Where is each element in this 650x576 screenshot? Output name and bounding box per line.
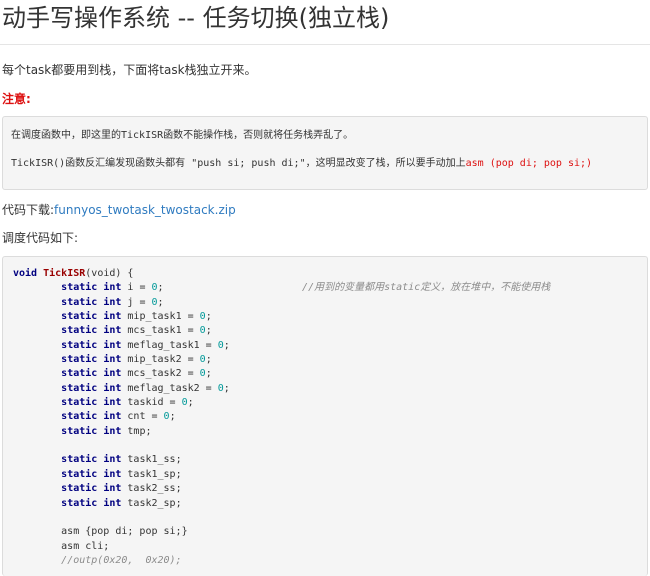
- note-line-2: TickISR()函数反汇编发现函数头都有 "push si; push di;…: [11, 154, 592, 169]
- code-line-decl: static int task1_sp;: [61, 468, 182, 480]
- code-keyword: int: [103, 382, 122, 394]
- code-keyword: static: [61, 354, 98, 366]
- code-keyword: static: [61, 397, 98, 409]
- code-number: 0: [199, 368, 206, 380]
- code-number: 0: [217, 382, 224, 394]
- code-keyword: static: [61, 382, 98, 394]
- code-keyword: static: [61, 411, 98, 423]
- code-keyword: int: [103, 497, 122, 509]
- code-line-decl: static int mip_task1 = 0;: [61, 311, 212, 323]
- code-number: 0: [217, 339, 224, 351]
- code-comment: //用到的变量都用static定义，放在堆中，不能使用栈: [302, 282, 551, 294]
- code-line-decl: static int task2_ss;: [61, 483, 182, 495]
- page-title: 动手写操作系统 -- 任务切换(独立栈): [2, 4, 390, 32]
- code-number: 0: [199, 354, 206, 366]
- code-keyword: int: [103, 454, 122, 466]
- code-keyword: static: [61, 325, 98, 337]
- title-divider: [0, 44, 650, 45]
- code-keyword: int: [103, 368, 122, 380]
- code-line-comment: //outp(0x20, 0x20);: [13, 554, 182, 566]
- code-number: 0: [151, 296, 158, 308]
- note-line-2-code: asm (pop di; pop si;): [465, 158, 593, 169]
- code-keyword: static: [61, 296, 98, 308]
- code-line-asm: asm cli;: [13, 540, 110, 552]
- code-keyword: int: [103, 425, 122, 437]
- code-comment: //outp(0x20, 0x20);: [61, 554, 182, 566]
- code-keyword: static: [61, 483, 98, 495]
- code-line-decl: static int cnt = 0;: [61, 411, 176, 423]
- code-keyword: static: [61, 468, 98, 480]
- code-keyword: int: [103, 468, 122, 480]
- code-keyword: int: [103, 411, 122, 423]
- code-keyword: int: [103, 483, 122, 495]
- code-number: 0: [199, 325, 206, 337]
- intro-text: 每个task都要用到栈，下面将task栈独立开来。: [2, 63, 257, 77]
- code-keyword: static: [61, 454, 98, 466]
- code-keyword: static: [61, 282, 98, 294]
- code-line-signature: void TickISR(void) {: [13, 268, 134, 279]
- code-line-decl: static int mcs_task1 = 0;: [61, 325, 212, 337]
- code-keyword: int: [103, 282, 122, 294]
- note-label-text: 注意:: [2, 92, 31, 106]
- code-line-decl: static int i = 0; //用到的变量都用static定义，放在堆中…: [61, 282, 551, 294]
- code-keyword: int: [103, 325, 122, 337]
- code-line-decl: static int meflag_task1 = 0;: [61, 339, 230, 351]
- code-line-decl: static int tmp;: [61, 425, 152, 437]
- code-keyword: static: [61, 497, 98, 509]
- code-function-name: TickISR: [43, 268, 86, 279]
- code-keyword: static: [61, 311, 98, 323]
- code-number: 0: [199, 311, 206, 323]
- code-block: void TickISR(void) { static int i = 0; /…: [2, 256, 648, 576]
- code-line-decl: static int j = 0;: [61, 296, 164, 308]
- code-keyword: static: [61, 339, 98, 351]
- code-line-decl: static int mcs_task2 = 0;: [61, 368, 212, 380]
- code-number: 0: [151, 282, 158, 294]
- code-line-decl: static int task1_ss;: [61, 454, 182, 466]
- code-keyword: static: [61, 425, 98, 437]
- download-link[interactable]: funnyos_twotask_twostack.zip: [54, 203, 236, 217]
- code-number: 0: [163, 411, 170, 423]
- code-keyword: void: [13, 268, 38, 279]
- code-keyword: int: [103, 339, 122, 351]
- note-line-2-text: TickISR()函数反汇编发现函数头都有 "push si; push di;…: [11, 158, 466, 169]
- code-line-decl: static int task2_sp;: [61, 497, 182, 509]
- code-keyword: static: [61, 368, 98, 380]
- download-label: 代码下载:: [2, 203, 55, 217]
- note-line-1: 在调度函数中，即这里的TickISR函数不能操作栈，否则就将任务栈弄乱了。: [11, 130, 354, 141]
- code-line-decl: static int meflag_task2 = 0;: [61, 382, 230, 394]
- code-keyword: int: [103, 354, 122, 366]
- code-line-asm: asm {pop di; pop si;}: [13, 526, 188, 538]
- code-line-decl: static int mip_task2 = 0;: [61, 354, 212, 366]
- code-intro-text: 调度代码如下:: [2, 231, 79, 245]
- code-listing: void TickISR(void) { static int i = 0; /…: [13, 267, 550, 568]
- download-line: 代码下载:funnyos_twotask_twostack.zip: [2, 201, 236, 219]
- code-keyword: int: [103, 397, 122, 409]
- code-keyword: int: [103, 296, 122, 308]
- note-label: 注意:: [2, 90, 31, 108]
- note-box: 在调度函数中，即这里的TickISR函数不能操作栈，否则就将任务栈弄乱了。 Ti…: [2, 116, 648, 190]
- code-number: 0: [181, 397, 188, 409]
- code-keyword: int: [103, 311, 122, 323]
- code-line-decl: static int taskid = 0;: [61, 397, 194, 409]
